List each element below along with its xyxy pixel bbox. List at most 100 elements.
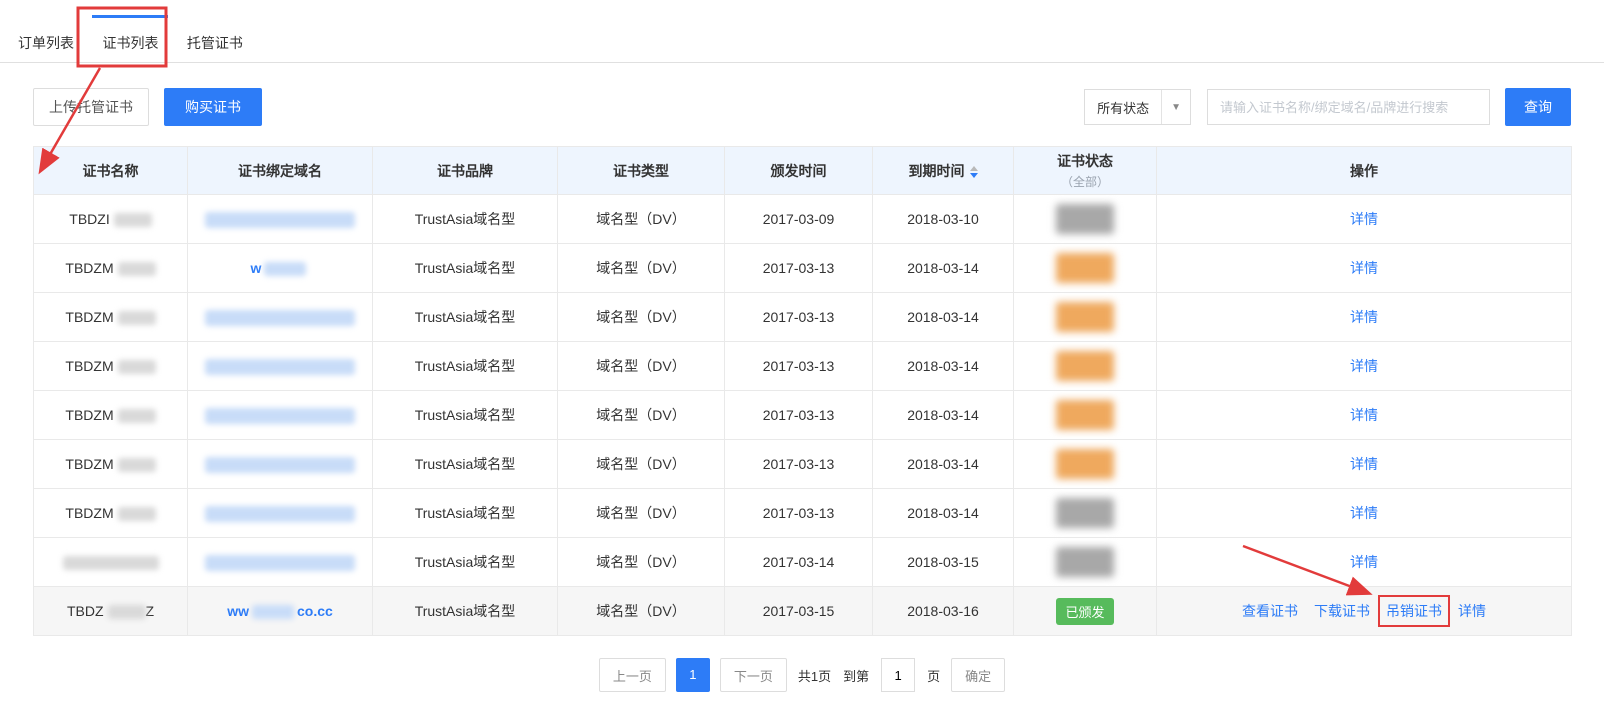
cert-name-cell: TBDZM: [34, 391, 188, 440]
page-unit-label: 页: [927, 666, 940, 685]
operations-cell: 详情: [1157, 440, 1572, 489]
cert-brand-cell: TrustAsia域名型: [373, 489, 558, 538]
domain-wrap: [205, 357, 355, 373]
issue-date-cell: 2017-03-14: [725, 538, 873, 587]
total-pages-label: 共1页: [798, 666, 831, 685]
table-row: TBDZMTrustAsia域名型域名型（DV）2017-03-132018-0…: [34, 342, 1572, 391]
cert-domain-cell: [188, 195, 373, 244]
certificate-table-wrap: 证书名称 证书绑定域名 证书品牌 证书类型 颁发时间 到期时间 证书状态 （全部…: [33, 146, 1571, 636]
search-input[interactable]: [1207, 89, 1490, 125]
header-expiry-date[interactable]: 到期时间: [873, 147, 1014, 195]
status-badge: 已颁发: [1056, 598, 1113, 625]
expiry-date-cell: 2018-03-14: [873, 440, 1014, 489]
domain-wrap: [205, 455, 355, 471]
cert-domain-cell: w: [188, 244, 373, 293]
status-filter-select[interactable]: 所有状态 ▼: [1084, 89, 1191, 125]
domain-link[interactable]: w: [251, 260, 310, 276]
expiry-date-cell: 2018-03-14: [873, 244, 1014, 293]
operation-link[interactable]: 吊销证书: [1386, 603, 1442, 619]
table-header: 证书名称 证书绑定域名 证书品牌 证书类型 颁发时间 到期时间 证书状态 （全部…: [34, 147, 1572, 195]
operations-cell: 详情: [1157, 244, 1572, 293]
cert-type-cell: 域名型（DV）: [558, 391, 725, 440]
buy-certificate-button[interactable]: 购买证书: [164, 88, 262, 126]
status-cell: [1014, 391, 1157, 440]
upload-hosted-cert-button[interactable]: 上传托管证书: [33, 88, 149, 126]
toolbar: 上传托管证书 购买证书 所有状态 ▼ 查询: [33, 88, 1571, 126]
operations-cell: 详情: [1157, 489, 1572, 538]
operations-cell: 详情: [1157, 391, 1572, 440]
redacted-domain: [252, 605, 294, 619]
tab-hosted-certificates[interactable]: 托管证书: [185, 24, 245, 62]
cert-brand-cell: TrustAsia域名型: [373, 244, 558, 293]
redacted-name: [63, 556, 159, 570]
cert-brand-cell: TrustAsia域名型: [373, 293, 558, 342]
operation-link[interactable]: 详情: [1350, 358, 1378, 374]
redacted-name: [118, 360, 156, 374]
page-number-input[interactable]: [881, 658, 915, 692]
confirm-page-button[interactable]: 确定: [951, 658, 1005, 692]
cert-type-cell: 域名型（DV）: [558, 342, 725, 391]
operation-link[interactable]: 详情: [1350, 309, 1378, 325]
operation-link[interactable]: 详情: [1350, 211, 1378, 227]
operation-link[interactable]: 详情: [1458, 603, 1486, 619]
table-row: TBDZMTrustAsia域名型域名型（DV）2017-03-132018-0…: [34, 391, 1572, 440]
goto-page-label: 到第: [843, 666, 869, 685]
status-filter-all[interactable]: （全部）: [1014, 173, 1156, 190]
issue-date-cell: 2017-03-13: [725, 391, 873, 440]
operations-cell: 查看证书下载证书吊销证书详情: [1157, 587, 1572, 636]
domain-wrap: [205, 406, 355, 422]
operation-link[interactable]: 详情: [1350, 260, 1378, 276]
current-page-indicator[interactable]: 1: [676, 658, 710, 692]
redacted-status: [1056, 547, 1114, 577]
expiry-date-cell: 2018-03-10: [873, 195, 1014, 244]
expiry-date-cell: 2018-03-14: [873, 342, 1014, 391]
operation-link[interactable]: 下载证书: [1314, 603, 1370, 619]
redacted-status: [1056, 449, 1114, 479]
redacted-status: [1056, 302, 1114, 332]
header-cert-status[interactable]: 证书状态 （全部）: [1014, 147, 1157, 195]
operations-cell: 详情: [1157, 293, 1572, 342]
cert-name-cell: TBDZM: [34, 440, 188, 489]
cert-name-cell: [34, 538, 188, 587]
issue-date-cell: 2017-03-13: [725, 440, 873, 489]
tab-order-list[interactable]: 订单列表: [16, 24, 76, 62]
header-cert-domain: 证书绑定域名: [188, 147, 373, 195]
operation-link[interactable]: 详情: [1350, 456, 1378, 472]
redacted-domain: [264, 262, 306, 276]
cert-brand-cell: TrustAsia域名型: [373, 195, 558, 244]
operation-link[interactable]: 详情: [1350, 505, 1378, 521]
redacted-name: [114, 213, 152, 227]
domain-wrap: [205, 210, 355, 226]
table-body: TBDZITrustAsia域名型域名型（DV）2017-03-092018-0…: [34, 195, 1572, 636]
tab-certificate-list[interactable]: 证书列表: [100, 24, 160, 62]
status-cell: [1014, 293, 1157, 342]
issue-date-cell: 2017-03-13: [725, 293, 873, 342]
tab-bar: 订单列表 证书列表 托管证书: [0, 0, 1604, 63]
cert-domain-cell: [188, 489, 373, 538]
status-cell: [1014, 195, 1157, 244]
redacted-status: [1056, 204, 1114, 234]
cert-brand-cell: TrustAsia域名型: [373, 587, 558, 636]
header-issue-date: 颁发时间: [725, 147, 873, 195]
operation-link[interactable]: 详情: [1350, 407, 1378, 423]
status-filter-value: 所有状态: [1097, 98, 1149, 117]
redacted-status: [1056, 400, 1114, 430]
sort-expiry-icon[interactable]: [970, 166, 978, 178]
next-page-button[interactable]: 下一页: [720, 658, 787, 692]
prev-page-button[interactable]: 上一页: [599, 658, 666, 692]
operation-link[interactable]: 查看证书: [1242, 603, 1298, 619]
redacted-status: [1056, 351, 1114, 381]
table-row: TBDZITrustAsia域名型域名型（DV）2017-03-092018-0…: [34, 195, 1572, 244]
expiry-date-cell: 2018-03-14: [873, 293, 1014, 342]
cert-type-cell: 域名型（DV）: [558, 244, 725, 293]
header-cert-name: 证书名称: [34, 147, 188, 195]
redacted-domain: [205, 212, 355, 228]
sort-asc-icon: [970, 166, 978, 171]
cert-brand-cell: TrustAsia域名型: [373, 342, 558, 391]
redacted-domain: [205, 457, 355, 473]
operation-link[interactable]: 详情: [1350, 554, 1378, 570]
query-button[interactable]: 查询: [1505, 88, 1571, 126]
cert-name-cell: TBDZM: [34, 489, 188, 538]
redacted-domain: [205, 408, 355, 424]
domain-link[interactable]: wwco.cc: [227, 603, 333, 619]
